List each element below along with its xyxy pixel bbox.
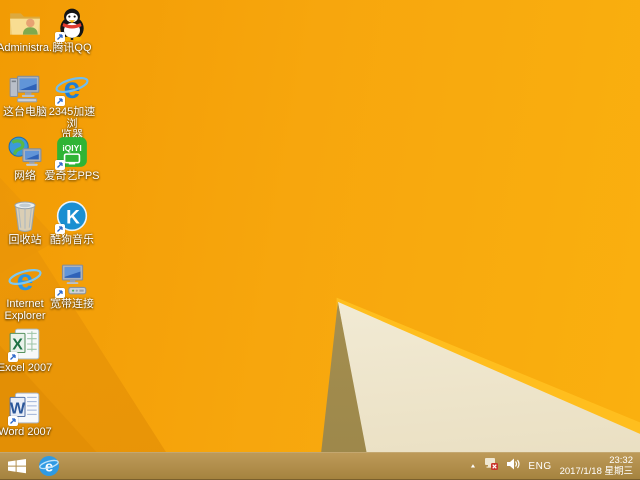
- recycle-bin-icon: [7, 198, 43, 234]
- kugou-k-letter: K: [66, 207, 80, 228]
- shortcut-arrow-icon: [55, 96, 65, 106]
- computer-icon: [7, 70, 43, 106]
- word-icon: W: [7, 390, 43, 426]
- taskbar-ie-button[interactable]: e: [32, 453, 66, 480]
- windows-logo-icon: [8, 458, 26, 473]
- shortcut-arrow-icon: [55, 32, 65, 42]
- shortcut-arrow-icon: [55, 224, 65, 234]
- browser-e-icon: e: [54, 70, 90, 106]
- svg-text:W: W: [10, 400, 26, 417]
- shortcut-arrow-icon: [55, 288, 65, 298]
- desktop-icon-2345-browser[interactable]: e 2345加速浏 览器: [44, 70, 100, 142]
- desktop-icon-kugou-music[interactable]: K 酷狗音乐: [44, 198, 100, 247]
- volume-icon[interactable]: [506, 457, 521, 475]
- desktop-icon-broadband-connection[interactable]: 宽带连接: [44, 262, 100, 311]
- icon-label: 宽带连接: [50, 298, 94, 310]
- network-status-icon[interactable]: [484, 457, 499, 475]
- icon-label: Excel 2007: [0, 362, 53, 374]
- iqiyi-wordmark: iQIYI: [62, 143, 81, 153]
- network-globe-icon: [7, 134, 43, 170]
- excel-icon: X: [7, 326, 43, 362]
- shortcut-arrow-icon: [8, 416, 18, 426]
- ie-icon: e: [7, 262, 43, 298]
- start-button[interactable]: [2, 453, 32, 480]
- desktop-icon-tencent-qq[interactable]: 腾讯QQ: [44, 6, 100, 55]
- shortcut-arrow-icon: [55, 160, 65, 170]
- desktop-icon-excel-2007[interactable]: X Excel 2007: [0, 326, 53, 375]
- broadband-devices-icon: [54, 262, 90, 298]
- iqiyi-icon: iQIYI: [54, 134, 90, 170]
- icon-label: Word 2007: [0, 426, 52, 438]
- desktop-surface[interactable]: Administra... 这台电脑 网络 回收站 e Internet Exp…: [0, 0, 640, 480]
- icon-label: 爱奇艺PPS: [44, 170, 100, 182]
- system-tray: ▲ ENG 23:32 2017/1/18 星期三: [469, 455, 640, 478]
- icon-label: 腾讯QQ: [52, 42, 92, 54]
- clock-date: 2017/1/18 星期三: [559, 466, 633, 477]
- kugou-k-icon: K: [54, 198, 90, 234]
- shortcut-arrow-icon: [8, 352, 18, 362]
- ie-icon: e: [39, 456, 59, 476]
- desktop-icon-word-2007[interactable]: W Word 2007: [0, 390, 53, 439]
- clock-time: 23:32: [609, 454, 633, 466]
- taskbar: e ▲ ENG 23:32 2017/1/18 星期三: [0, 452, 640, 480]
- clock[interactable]: 23:32 2017/1/18 星期三: [560, 455, 633, 478]
- svg-text:X: X: [12, 336, 23, 353]
- desktop-icon-iqiyi-pps[interactable]: iQIYI 爱奇艺PPS: [44, 134, 100, 183]
- icon-label: 酷狗音乐: [50, 234, 94, 246]
- hidden-icons-button[interactable]: ▲: [469, 463, 476, 469]
- user-folder-icon: [7, 6, 43, 42]
- qq-penguin-icon: [54, 6, 90, 42]
- language-indicator[interactable]: ENG: [528, 461, 551, 472]
